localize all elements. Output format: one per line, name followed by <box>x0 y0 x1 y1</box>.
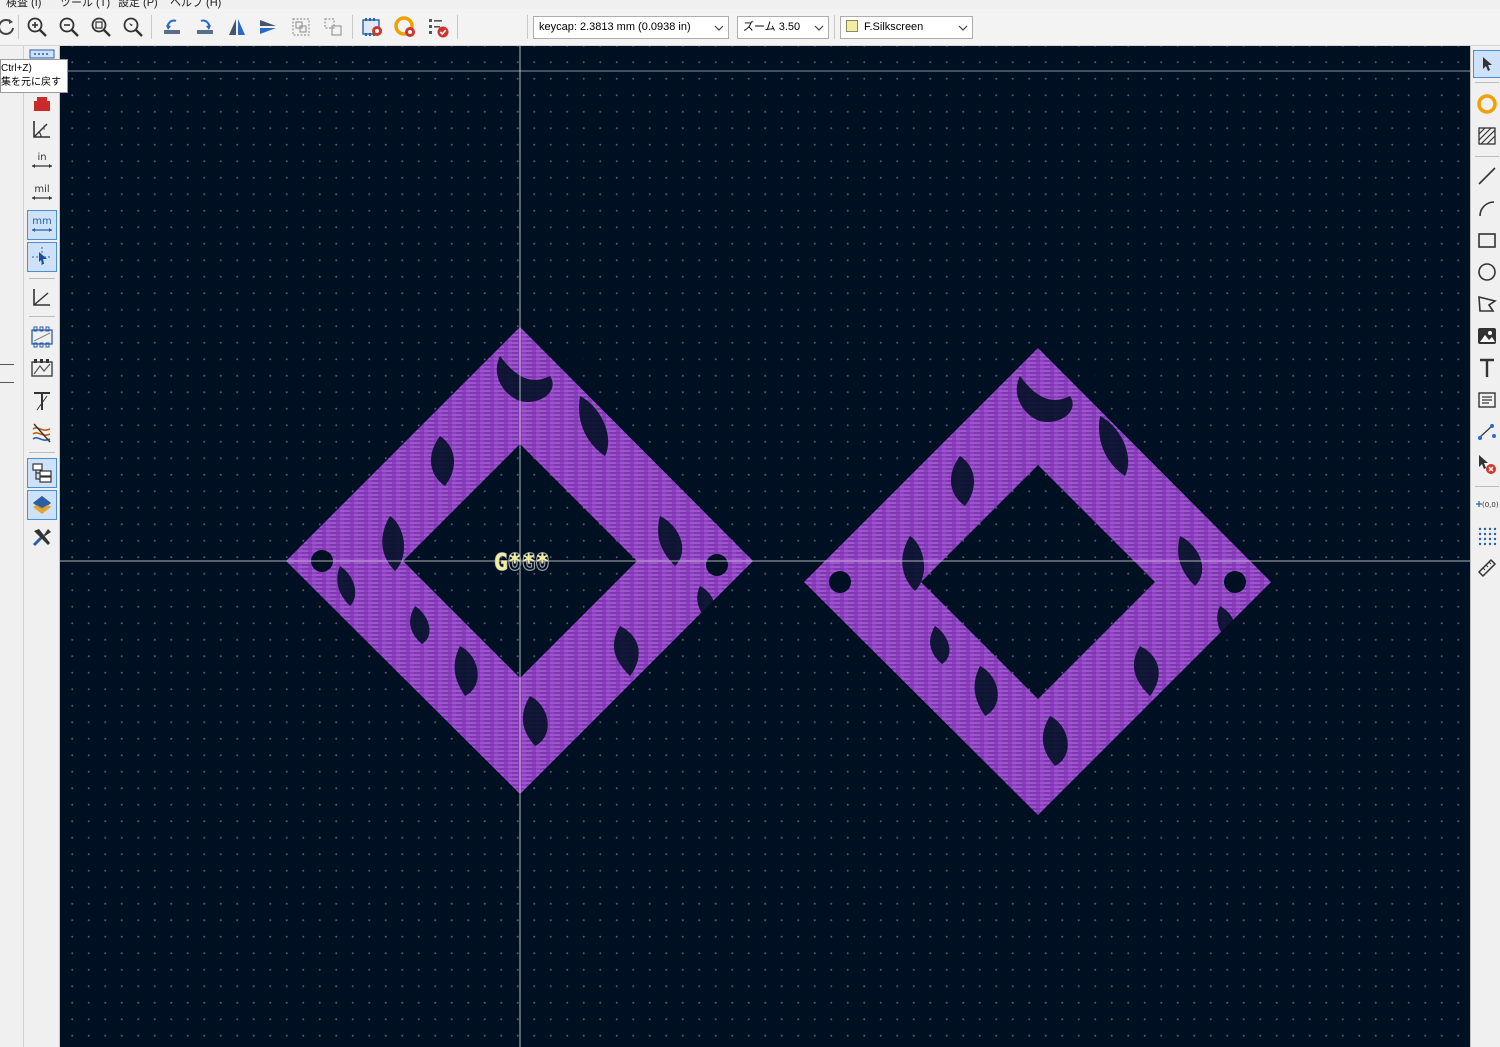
units-inches-icon[interactable]: in <box>27 146 57 176</box>
footprint-artwork: GOGO G*** <box>60 46 1470 1047</box>
footprint-checker-icon[interactable] <box>424 13 452 41</box>
right-toolbar: (0,0) <box>1470 46 1500 1047</box>
high-contrast-icon[interactable] <box>27 418 57 448</box>
draw-circle-icon[interactable] <box>1473 258 1500 286</box>
units-mm-icon[interactable]: mm <box>27 210 57 240</box>
draw-arc-icon[interactable] <box>1473 194 1500 222</box>
mirror-horizontal-icon[interactable] <box>223 13 251 41</box>
footprint-reference-text: G*** <box>494 550 549 576</box>
zoom-select-value: ズーム 3.50 <box>743 21 801 33</box>
refresh-icon[interactable] <box>0 13 20 41</box>
rotate-ccw-icon[interactable] <box>158 13 186 41</box>
add-zone-icon[interactable] <box>1473 122 1500 150</box>
set-grid-origin-icon[interactable] <box>1473 522 1500 550</box>
silkscreen-frame-right <box>804 348 1271 815</box>
polar-coordinates-icon[interactable]: r <box>27 114 57 144</box>
zoom-out-icon[interactable] <box>55 13 83 41</box>
chevron-down-icon <box>713 17 725 38</box>
show-pads-outline-icon[interactable] <box>27 322 57 352</box>
chevron-down-icon <box>957 17 969 38</box>
pad-settings-icon[interactable] <box>391 13 419 41</box>
full-crosshair-icon[interactable] <box>27 242 57 272</box>
draw-rectangle-icon[interactable] <box>1473 226 1500 254</box>
set-anchor-label: (0,0) <box>1482 501 1499 509</box>
menu-preferences[interactable]: 設定 (P) <box>118 0 158 9</box>
layer-select-value: F.Silkscreen <box>864 21 924 33</box>
ungroup-icon[interactable] <box>319 13 347 41</box>
menu-bar: 検査 (I) ツール (T) 設定 (P) ヘルプ (H) <box>0 0 1500 9</box>
undo-tooltip: Ctrl+Z) 集を元に戻す <box>0 59 68 93</box>
chevron-down-icon <box>813 17 825 38</box>
footprint-properties-icon[interactable] <box>358 13 386 41</box>
add-pad-icon[interactable] <box>1473 90 1500 118</box>
add-dimension-icon[interactable] <box>1473 418 1500 446</box>
draw-polygon-icon[interactable] <box>1473 290 1500 318</box>
appearance-icon[interactable] <box>27 490 57 520</box>
left-toolbar: r in mil mm <box>24 46 60 1047</box>
add-text-icon[interactable] <box>1473 354 1500 382</box>
units-mils-label: mil <box>34 184 49 195</box>
zoom-selection-icon[interactable] <box>119 13 147 41</box>
grid-select[interactable]: keycap: 2.3813 mm (0.0938 in) <box>533 16 729 39</box>
units-mils-icon[interactable]: mil <box>27 178 57 208</box>
pcb-canvas[interactable]: GOGO G*** <box>60 46 1470 1047</box>
rotate-cw-icon[interactable] <box>191 13 219 41</box>
measure-icon[interactable] <box>1473 554 1500 582</box>
tooltip-shortcut: Ctrl+Z) <box>1 63 32 74</box>
tooltip-text: 集を元に戻す <box>1 77 61 88</box>
layer-color-swatch <box>846 20 858 32</box>
units-mm-label: mm <box>32 216 51 227</box>
set-anchor-icon[interactable]: (0,0) <box>1473 490 1500 518</box>
menu-inspect[interactable]: 検査 (I) <box>6 0 41 9</box>
show-graphics-outline-icon[interactable] <box>27 354 57 384</box>
main-toolbar: keycap: 2.3813 mm (0.0938 in) ズーム 3.50 F… <box>0 9 1500 46</box>
side-panel-edge <box>0 46 24 1047</box>
mirror-vertical-icon[interactable] <box>254 13 282 41</box>
select-icon[interactable] <box>1473 50 1500 78</box>
layer-select[interactable]: F.Silkscreen <box>840 16 973 39</box>
properties-icon[interactable] <box>27 522 57 552</box>
measure-angle-icon[interactable] <box>27 282 57 312</box>
units-inches-label: in <box>37 152 46 163</box>
show-text-outline-icon[interactable] <box>27 386 57 416</box>
add-image-icon[interactable] <box>1473 322 1500 350</box>
menu-tools[interactable]: ツール (T) <box>60 0 110 9</box>
zoom-fit-icon[interactable] <box>87 13 115 41</box>
group-icon[interactable] <box>287 13 315 41</box>
draw-line-icon[interactable] <box>1473 162 1500 190</box>
add-textbox-icon[interactable] <box>1473 386 1500 414</box>
zoom-in-icon[interactable] <box>23 13 51 41</box>
zoom-select[interactable]: ズーム 3.50 <box>737 16 829 39</box>
menu-help[interactable]: ヘルプ (H) <box>170 0 221 9</box>
grid-select-value: keycap: 2.3813 mm (0.0938 in) <box>539 21 691 33</box>
layers-manager-icon[interactable] <box>27 458 57 488</box>
delete-tool-icon[interactable] <box>1473 450 1500 478</box>
